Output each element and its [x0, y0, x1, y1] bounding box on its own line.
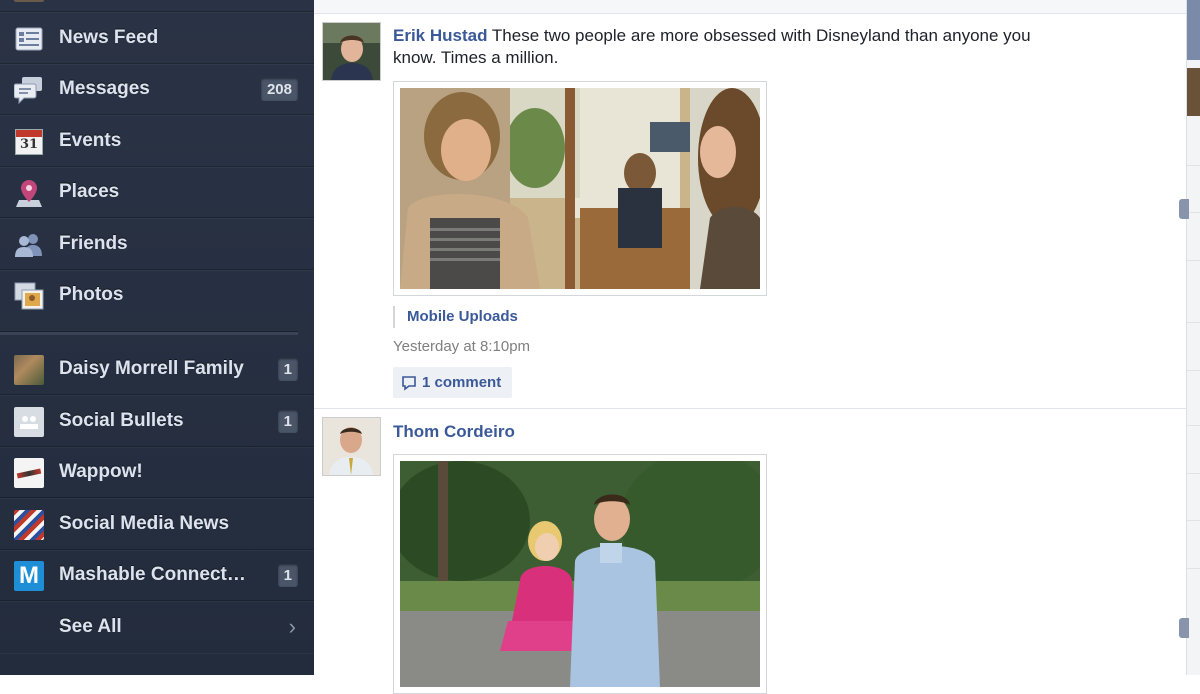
sidebar-item-label: Daisy Morrell Family [59, 358, 244, 379]
photos-icon [14, 282, 44, 310]
sidebar-group-social-media-news[interactable]: Social Media News [0, 499, 314, 550]
group-photo-icon [14, 355, 44, 385]
comment-count-label: 1 comment [422, 374, 502, 391]
story-message: Thom Cordeiro [393, 421, 1053, 443]
sidebar-item-messages[interactable]: Messages 208 [0, 64, 314, 115]
mashable-logo-icon: M [14, 561, 44, 591]
story-message: Erik Hustad These two people are more ob… [393, 25, 1053, 69]
divider [1187, 260, 1200, 261]
story-text: These two people are more obsessed with … [393, 26, 1031, 67]
photo-image [400, 461, 760, 687]
sidebar-item-label: Photos [59, 284, 124, 305]
friends-icon [14, 231, 44, 259]
story-photo[interactable] [393, 81, 767, 296]
photo-image [400, 88, 760, 289]
see-all-label: See All [59, 616, 122, 637]
sidebar-item-label: News Feed [59, 27, 159, 48]
story-photo[interactable] [393, 454, 767, 694]
sidebar-item-label: Social Bullets [59, 410, 184, 431]
avatar[interactable] [322, 22, 381, 81]
sidebar-item-friends[interactable]: Friends [0, 219, 314, 270]
group-default-icon [14, 407, 44, 437]
sidebar-item-events[interactable]: 31 Events [0, 116, 314, 167]
sidebar-item-label: Places [59, 181, 120, 202]
profile-thumb-icon [14, 0, 44, 2]
news-feed: Erik Hustad These two people are more ob… [314, 0, 1186, 694]
chevron-right-icon: › [288, 614, 296, 639]
sidebar-divider [0, 331, 298, 335]
sidebar: News Feed Messages 208 31 Events Places … [0, 0, 314, 675]
sidebar-item-profile[interactable] [0, 0, 314, 12]
avatar[interactable] [322, 417, 381, 476]
sidebar-item-label: Mashable Connect… [59, 564, 246, 585]
map-pin-icon [14, 179, 44, 207]
divider [1187, 322, 1200, 323]
sidebar-item-label: Friends [59, 233, 128, 254]
feed-story: Erik Hustad These two people are more ob… [314, 0, 1186, 409]
messages-count-badge: 208 [260, 78, 298, 101]
sidebar-group-mashable-connect[interactable]: M Mashable Connect… 1 [0, 550, 314, 601]
story-timestamp[interactable]: Yesterday at 8:10pm [393, 338, 530, 355]
sidebar-group-wappow[interactable]: Wappow! [0, 447, 314, 498]
calendar-icon: 31 [14, 128, 44, 156]
right-panel-thumb [1187, 0, 1200, 60]
sidebar-see-all[interactable]: See All › [0, 602, 314, 653]
sidebar-item-label: Wappow! [59, 461, 143, 482]
divider [1187, 520, 1200, 521]
divider [1187, 370, 1200, 371]
album-link[interactable]: Mobile Uploads [393, 306, 518, 328]
group-count-badge: 1 [277, 564, 298, 587]
group-count-badge: 1 [277, 358, 298, 381]
right-panel-toggle[interactable] [1179, 199, 1189, 219]
sidebar-item-photos[interactable]: Photos [0, 270, 314, 321]
right-panel-thumb [1187, 68, 1200, 116]
flag-logo-icon [14, 510, 44, 540]
divider [1187, 165, 1200, 166]
right-panel-edge [1186, 0, 1200, 675]
right-panel-toggle[interactable] [1179, 618, 1189, 638]
sidebar-item-news-feed[interactable]: News Feed [0, 13, 314, 64]
divider [1187, 425, 1200, 426]
messages-icon [14, 76, 44, 104]
comment-count-button[interactable]: 1 comment [393, 367, 513, 398]
wappow-logo-icon [14, 458, 44, 488]
story-author-link[interactable]: Thom Cordeiro [393, 422, 515, 441]
group-count-badge: 1 [277, 410, 298, 433]
feed-story: Thom Cordeiro [314, 409, 1186, 694]
sidebar-item-label: Messages [59, 78, 150, 99]
sidebar-group-social-bullets[interactable]: Social Bullets 1 [0, 396, 314, 447]
sidebar-item-places[interactable]: Places [0, 167, 314, 218]
news-feed-icon [14, 25, 44, 53]
story-author-link[interactable]: Erik Hustad [393, 26, 487, 45]
divider [1187, 473, 1200, 474]
comment-bubble-icon [402, 375, 416, 391]
sidebar-group-daisy-morrell-family[interactable]: Daisy Morrell Family 1 [0, 344, 314, 395]
sidebar-item-label: Events [59, 130, 122, 151]
divider [1187, 568, 1200, 569]
sidebar-item-label: Social Media News [59, 513, 230, 534]
